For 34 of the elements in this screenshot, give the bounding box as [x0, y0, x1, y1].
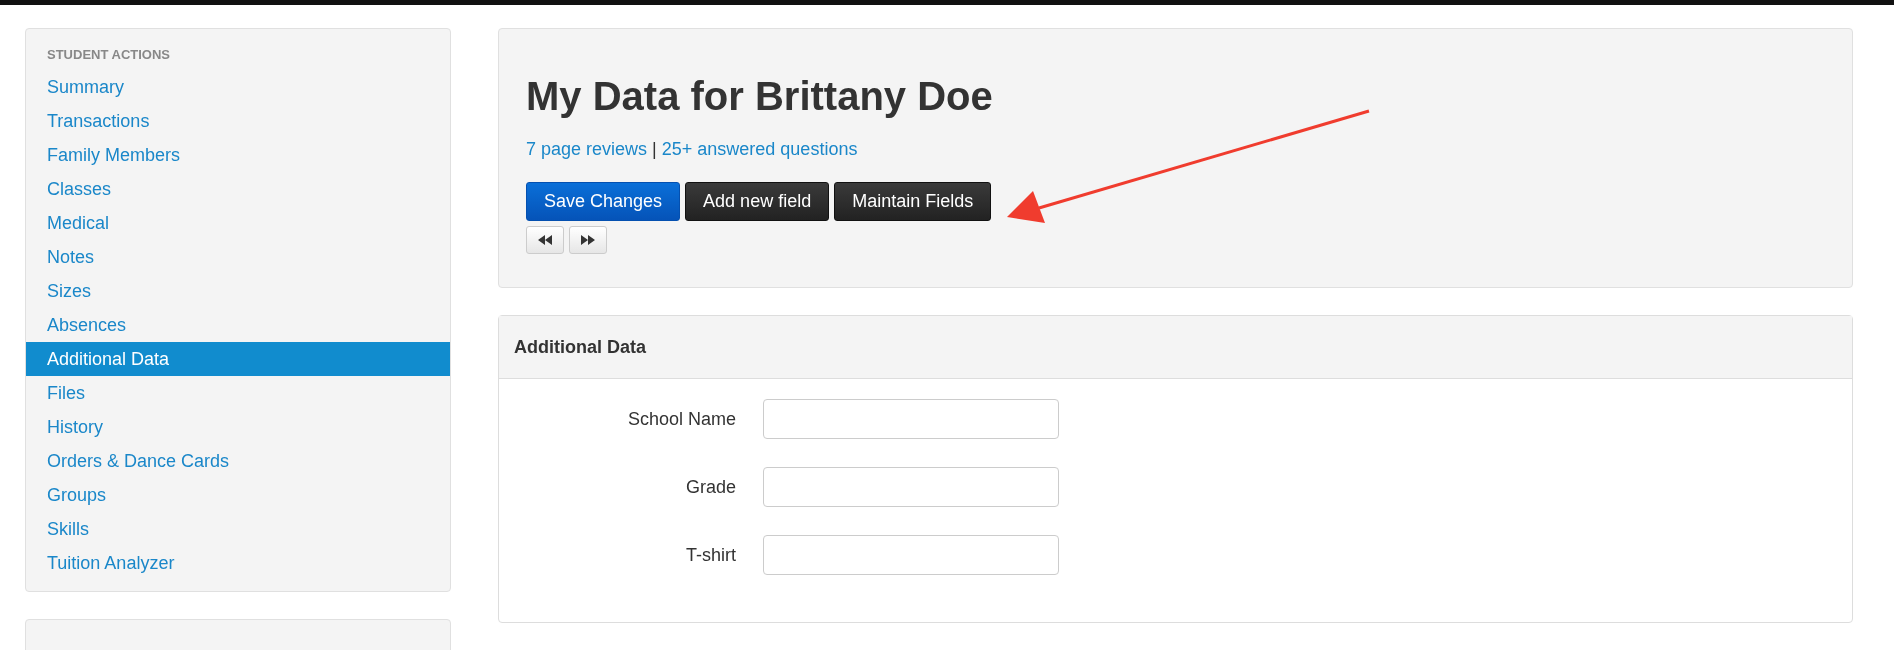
sidebar-item[interactable]: Sizes — [26, 274, 450, 308]
input-field[interactable] — [763, 467, 1059, 507]
action-button[interactable]: Add new field — [685, 182, 830, 221]
field-label: School Name — [626, 408, 736, 430]
sidebar-item[interactable]: Files — [26, 376, 450, 410]
sidebar-item[interactable]: Summary — [26, 70, 450, 104]
input-field[interactable] — [763, 535, 1059, 575]
sidebar-heading: STUDENT ACTIONS — [46, 47, 172, 64]
stats-link[interactable]: 7 page reviews — [526, 139, 648, 160]
field-label: T-shirt — [685, 544, 736, 566]
action-button[interactable]: Maintain Fields — [834, 182, 992, 221]
sidebar-item[interactable]: Medical — [26, 206, 450, 240]
sidebar-item[interactable]: Skills — [26, 512, 450, 546]
input-field[interactable] — [763, 399, 1059, 439]
sidebar-item[interactable]: History — [26, 410, 450, 444]
sidebar-item[interactable]: Orders & Dance Cards — [26, 444, 450, 478]
panel-title: Additional Data — [514, 336, 646, 358]
sidebar-item[interactable]: Groups — [26, 478, 450, 512]
sidebar-item[interactable]: Absences — [26, 308, 450, 342]
stats-link[interactable]: 25+ answered questions — [661, 139, 858, 160]
sidebar-item[interactable]: Family Members — [26, 138, 450, 172]
field-label: Grade — [684, 476, 736, 498]
sidebar-item[interactable]: Additional Data — [26, 342, 450, 376]
sidebar-item[interactable]: Tuition Analyzer — [26, 546, 450, 580]
separator: | — [652, 139, 657, 160]
sidebar-item[interactable]: Classes — [26, 172, 450, 206]
fast-forward-icon — [581, 235, 595, 245]
sidebar-item[interactable]: Transactions — [26, 104, 450, 138]
rewind-icon — [538, 235, 552, 245]
page-title: My Data for Brittany Doe — [526, 73, 994, 120]
sidebar-item[interactable]: Notes — [26, 240, 450, 274]
save-button[interactable]: Save Changes — [526, 182, 681, 221]
previous-button[interactable] — [526, 226, 564, 254]
next-button[interactable] — [569, 226, 607, 254]
